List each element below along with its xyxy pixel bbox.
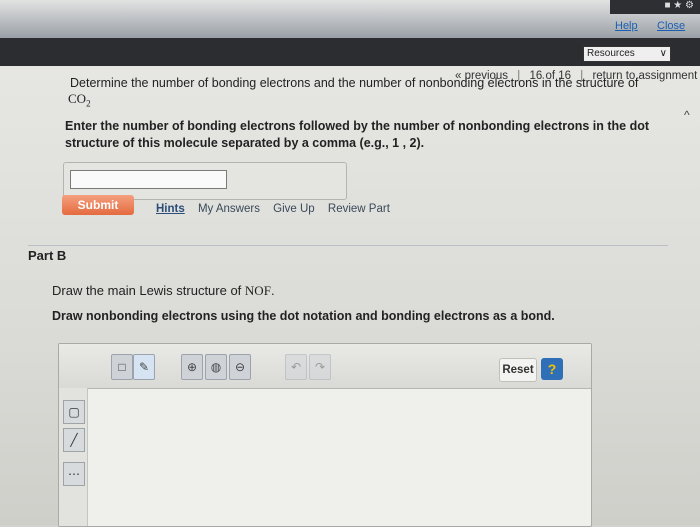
section-divider — [28, 245, 668, 246]
atom-tool-icon[interactable]: ▢ — [63, 400, 85, 424]
review-part-link[interactable]: Review Part — [328, 203, 390, 215]
editor-side-toolbar: ▢ ╱ ⋯ — [59, 388, 88, 526]
lewis-structure-editor: □ ✎ ⊕ ◍ ⊖ ↶ ↷ Reset ? ▢ ╱ ⋯ — [58, 343, 592, 527]
chevron-down-icon: ∨ — [659, 48, 667, 59]
zoom-in-icon[interactable]: ⊕ — [181, 354, 203, 380]
eraser-tool-icon[interactable]: ✎ — [133, 354, 155, 380]
formula-subscript: 2 — [86, 98, 91, 109]
part-a-links: Hints My Answers Give Up Review Part — [156, 203, 400, 215]
answer-input[interactable] — [70, 170, 227, 189]
resources-dropdown[interactable]: Resources ∨ — [583, 46, 671, 62]
give-up-link[interactable]: Give Up — [273, 203, 315, 215]
reset-button[interactable]: Reset — [499, 358, 537, 382]
part-b-title: Part B — [28, 248, 67, 263]
scroll-up-icon[interactable]: ^ — [684, 108, 690, 122]
hints-link[interactable]: Hints — [156, 203, 185, 215]
select-tool-icon[interactable]: □ — [111, 354, 133, 380]
part-b-molecule: NOF — [244, 283, 271, 298]
redo-icon[interactable]: ↷ — [309, 354, 331, 380]
window-controls: ■ ★ ⚙ — [610, 0, 700, 14]
part-a-question: Determine the number of bonding electron… — [70, 76, 639, 90]
close-link[interactable]: Close — [657, 20, 685, 32]
bond-tool-icon[interactable]: ╱ — [63, 428, 85, 452]
resources-label: Resources — [587, 48, 635, 59]
undo-icon[interactable]: ↶ — [285, 354, 307, 380]
part-b-instruction: Draw nonbonding electrons using the dot … — [52, 309, 555, 323]
part-b-prompt: Draw the main Lewis structure of NOF. — [52, 283, 275, 299]
zoom-out-icon[interactable]: ⊖ — [229, 354, 251, 380]
part-b-prompt-prefix: Draw the main Lewis structure of — [52, 283, 242, 298]
part-a-instruction: Enter the number of bonding electrons fo… — [65, 119, 650, 150]
electron-dots-tool-icon[interactable]: ⋯ — [63, 462, 85, 486]
part-b-prompt-suffix: . — [270, 283, 275, 298]
formula-base: CO — [68, 91, 87, 106]
zoom-fit-icon[interactable]: ◍ — [205, 354, 227, 380]
top-bar: ■ ★ ⚙ Help Close — [0, 0, 700, 38]
my-answers-link[interactable]: My Answers — [198, 203, 260, 215]
editor-toolbar: □ ✎ ⊕ ◍ ⊖ ↶ ↷ Reset ? — [59, 344, 591, 389]
part-a-formula: CO2 — [68, 91, 91, 109]
help-link[interactable]: Help — [615, 20, 638, 32]
submit-button[interactable]: Submit — [62, 195, 134, 215]
help-button[interactable]: ? — [541, 358, 563, 380]
